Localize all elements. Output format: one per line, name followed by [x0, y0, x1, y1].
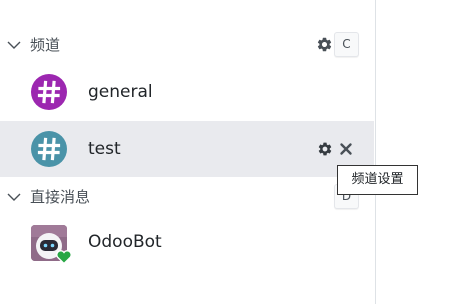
category-channels-label: 频道: [30, 36, 61, 54]
channel-settings-tooltip: 频道设置: [337, 165, 418, 195]
chevron-down-icon[interactable]: [6, 189, 22, 205]
category-direct-messages-label: 直接消息: [30, 188, 91, 206]
category-channels[interactable]: 频道 C: [0, 29, 374, 61]
channel-avatar: [31, 74, 67, 110]
channel-item-general[interactable]: general: [0, 64, 374, 120]
discuss-sidebar: 频道 C general test 直接消息 D OdooBot 频道设置: [0, 0, 418, 304]
channel-avatar: [31, 131, 67, 167]
gear-icon[interactable]: [317, 141, 333, 157]
chevron-down-icon[interactable]: [6, 37, 22, 53]
chat-name: OdooBot: [88, 232, 162, 252]
channel-name: general: [88, 82, 153, 102]
channel-item-test[interactable]: test: [0, 121, 374, 177]
gear-icon[interactable]: [316, 36, 333, 53]
thread-pane: [375, 0, 449, 304]
chat-item-odoobot[interactable]: OdooBot: [0, 215, 374, 271]
channel-name: test: [88, 139, 121, 159]
online-status-icon: [56, 250, 72, 264]
shortcut-hint-channels: C: [334, 32, 359, 57]
close-icon[interactable]: [339, 142, 353, 156]
category-direct-messages[interactable]: 直接消息 D: [0, 181, 374, 213]
discuss-app: 频道 C general test 直接消息 D OdooBot 频道设置: [0, 0, 449, 304]
